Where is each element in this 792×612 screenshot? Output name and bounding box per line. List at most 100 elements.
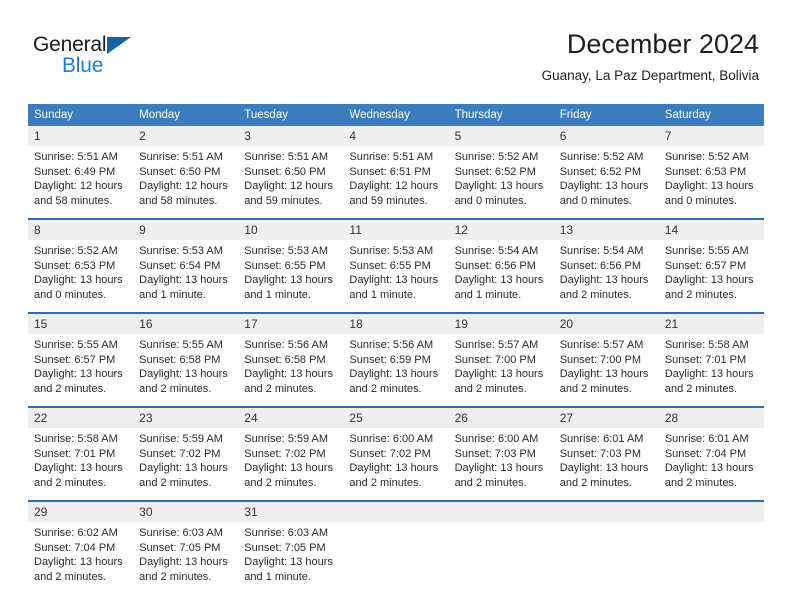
- weekday-header-friday: Friday: [553, 104, 659, 126]
- sunrise-text: Sunrise: 6:01 AM: [559, 433, 644, 445]
- calendar-cell-empty: [658, 500, 764, 594]
- page-title: December 2024: [566, 29, 759, 59]
- sunrise-text: Sunrise: 5:53 AM: [244, 245, 329, 257]
- daylight-text: Daylight: 13 hours and 1 minute.: [244, 556, 333, 583]
- calendar-day-cell[interactable]: 15 Sunrise: 5:55 AM Sunset: 6:57 PM Dayligh…: [28, 312, 134, 407]
- sunrise-text: Sunrise: 5:58 AM: [34, 433, 118, 445]
- day-number: 9: [133, 220, 239, 240]
- calendar-day-cell[interactable]: 2 Sunrise: 5:51 AM Sunset: 6:50 PM Daylight…: [133, 126, 239, 219]
- day-number: 16: [133, 314, 239, 334]
- daylight-text: Daylight: 13 hours and 2 minutes.: [34, 462, 123, 489]
- calendar-day-cell[interactable]: 31 Sunrise: 6:03 AM Sunset: 7:05 PM Dayligh…: [238, 500, 344, 594]
- sunset-text: Sunset: 7:00 PM: [454, 353, 536, 366]
- calendar-day-cell[interactable]: 6 Sunrise: 5:52 AM Sunset: 6:52 PM Daylight…: [553, 126, 659, 219]
- calendar-day-cell[interactable]: 26 Sunrise: 6:00 AM Sunset: 7:03 PM Dayligh…: [448, 406, 554, 501]
- daylight-text: Daylight: 13 hours and 2 minutes.: [559, 462, 649, 489]
- sunrise-text: Sunrise: 5:58 AM: [664, 339, 749, 351]
- sunrise-text: Sunrise: 5:51 AM: [139, 151, 223, 163]
- calendar-day-cell[interactable]: 1 Sunrise: 5:51 AM Sunset: 6:49 PM Daylight…: [28, 126, 134, 219]
- calendar-day-cell[interactable]: 16 Sunrise: 5:55 AM Sunset: 6:58 PM Dayligh…: [133, 312, 239, 407]
- sunrise-text: Sunrise: 5:52 AM: [664, 151, 749, 163]
- day-number: 24: [238, 408, 344, 428]
- sunrise-text: Sunrise: 5:54 AM: [559, 245, 644, 257]
- sunset-text: Sunset: 7:01 PM: [34, 447, 116, 460]
- sunset-text: Sunset: 7:03 PM: [454, 447, 536, 460]
- day-number: 14: [658, 220, 764, 240]
- sunrise-text: Sunrise: 5:55 AM: [34, 339, 118, 351]
- calendar-week-row: 29 Sunrise: 6:02 AM Sunset: 7:04 PM Dayligh…: [28, 500, 764, 594]
- daylight-text: Daylight: 13 hours and 2 minutes.: [139, 556, 228, 583]
- daylight-text: Daylight: 13 hours and 2 minutes.: [34, 368, 123, 395]
- calendar-day-cell[interactable]: 12 Sunrise: 5:54 AM Sunset: 6:56 PM Dayligh…: [448, 218, 554, 313]
- calendar-day-cell[interactable]: 10 Sunrise: 5:53 AM Sunset: 6:55 PM Dayligh…: [238, 218, 344, 313]
- daylight-text: Daylight: 13 hours and 2 minutes.: [559, 274, 649, 301]
- sunset-text: Sunset: 6:56 PM: [454, 259, 536, 272]
- weekday-header-monday: Monday: [133, 104, 239, 126]
- calendar-day-cell[interactable]: 8 Sunrise: 5:52 AM Sunset: 6:53 PM Daylight…: [28, 218, 134, 313]
- calendar-day-cell[interactable]: 13 Sunrise: 5:54 AM Sunset: 6:56 PM Dayligh…: [553, 218, 659, 313]
- day-details: Sunrise: 5:51 AM Sunset: 6:50 PM Daylight:…: [133, 146, 238, 218]
- day-details: Sunrise: 6:01 AM Sunset: 7:03 PM Daylight:…: [554, 428, 659, 500]
- day-details: Sunrise: 6:00 AM Sunset: 7:02 PM Daylight:…: [343, 428, 448, 500]
- calendar-page: General Blue December 2024 Guanay, La Pa…: [0, 0, 792, 612]
- calendar-day-cell[interactable]: 14 Sunrise: 5:55 AM Sunset: 6:57 PM Dayligh…: [658, 218, 764, 313]
- day-number: 11: [343, 220, 449, 240]
- sunset-text: Sunset: 6:52 PM: [559, 165, 642, 178]
- day-number: [658, 502, 764, 522]
- sunrise-text: Sunrise: 5:59 AM: [139, 433, 223, 445]
- day-number: 28: [658, 408, 764, 428]
- day-details: Sunrise: 5:59 AM Sunset: 7:02 PM Daylight:…: [133, 428, 238, 500]
- daylight-text: Daylight: 12 hours and 58 minutes.: [139, 180, 228, 207]
- sunset-text: Sunset: 6:50 PM: [139, 165, 221, 178]
- sunrise-text: Sunrise: 6:00 AM: [454, 433, 539, 445]
- weekday-header-thursday: Thursday: [448, 104, 554, 126]
- calendar-day-cell[interactable]: 29 Sunrise: 6:02 AM Sunset: 7:04 PM Dayligh…: [28, 500, 134, 594]
- calendar-day-cell[interactable]: 28 Sunrise: 6:01 AM Sunset: 7:04 PM Dayligh…: [658, 406, 764, 501]
- sunset-text: Sunset: 6:49 PM: [34, 165, 116, 178]
- sunset-text: Sunset: 6:53 PM: [34, 259, 116, 272]
- calendar-day-cell[interactable]: 5 Sunrise: 5:52 AM Sunset: 6:52 PM Daylight…: [448, 126, 554, 219]
- calendar-day-cell[interactable]: 27 Sunrise: 6:01 AM Sunset: 7:03 PM Dayligh…: [553, 406, 659, 501]
- calendar-day-cell[interactable]: 24 Sunrise: 5:59 AM Sunset: 7:02 PM Dayligh…: [238, 406, 344, 501]
- calendar-day-cell[interactable]: 7 Sunrise: 5:52 AM Sunset: 6:53 PM Daylight…: [658, 126, 764, 219]
- day-details: Sunrise: 5:57 AM Sunset: 7:00 PM Daylight:…: [554, 334, 659, 406]
- calendar-day-cell[interactable]: 22 Sunrise: 5:58 AM Sunset: 7:01 PM Dayligh…: [28, 406, 134, 501]
- calendar-day-cell[interactable]: 23 Sunrise: 5:59 AM Sunset: 7:02 PM Dayligh…: [133, 406, 239, 501]
- calendar-day-cell[interactable]: 9 Sunrise: 5:53 AM Sunset: 6:54 PM Daylight…: [133, 218, 239, 313]
- daylight-text: Daylight: 13 hours and 2 minutes.: [244, 368, 333, 395]
- day-number: [448, 502, 554, 522]
- day-number: 4: [343, 126, 449, 146]
- logo-text-general: General: [33, 33, 107, 56]
- calendar-day-cell[interactable]: 20 Sunrise: 5:57 AM Sunset: 7:00 PM Dayligh…: [553, 312, 659, 407]
- sunrise-text: Sunrise: 5:51 AM: [244, 151, 329, 163]
- location-subtitle: Guanay, La Paz Department, Bolivia: [541, 68, 759, 83]
- calendar-day-cell[interactable]: 4 Sunrise: 5:51 AM Sunset: 6:51 PM Daylight…: [343, 126, 449, 219]
- calendar-day-cell[interactable]: 19 Sunrise: 5:57 AM Sunset: 7:00 PM Dayligh…: [448, 312, 554, 407]
- calendar-day-cell[interactable]: 30 Sunrise: 6:03 AM Sunset: 7:05 PM Dayligh…: [133, 500, 239, 594]
- calendar-day-cell[interactable]: 21 Sunrise: 5:58 AM Sunset: 7:01 PM Dayligh…: [658, 312, 764, 407]
- daylight-text: Daylight: 13 hours and 1 minute.: [349, 274, 439, 301]
- day-details: Sunrise: 5:54 AM Sunset: 6:56 PM Daylight:…: [449, 240, 554, 312]
- calendar-day-cell[interactable]: 17 Sunrise: 5:56 AM Sunset: 6:58 PM Dayligh…: [238, 312, 344, 407]
- sunrise-text: Sunrise: 6:03 AM: [139, 527, 223, 539]
- calendar-day-cell[interactable]: 3 Sunrise: 5:51 AM Sunset: 6:50 PM Daylight…: [238, 126, 344, 219]
- sunset-text: Sunset: 6:58 PM: [244, 353, 326, 366]
- calendar-day-cell[interactable]: 18 Sunrise: 5:56 AM Sunset: 6:59 PM Dayligh…: [343, 312, 449, 407]
- calendar-day-cell[interactable]: 25 Sunrise: 6:00 AM Sunset: 7:02 PM Dayligh…: [343, 406, 449, 501]
- sunset-text: Sunset: 6:51 PM: [349, 165, 431, 178]
- sunset-text: Sunset: 6:50 PM: [244, 165, 326, 178]
- weekday-header-wednesday: Wednesday: [343, 104, 449, 126]
- sunset-text: Sunset: 6:57 PM: [664, 259, 747, 272]
- day-number: 13: [553, 220, 659, 240]
- sunrise-text: Sunrise: 5:55 AM: [664, 245, 749, 257]
- calendar-header-row: Sunday Monday Tuesday Wednesday Thursday…: [28, 104, 764, 126]
- daylight-text: Daylight: 13 hours and 1 minute.: [139, 274, 228, 301]
- calendar-week-row: 15 Sunrise: 5:55 AM Sunset: 6:57 PM Dayligh…: [28, 312, 764, 407]
- sunset-text: Sunset: 7:05 PM: [244, 541, 326, 554]
- title-block: December 2024 Guanay, La Paz Department,…: [542, 28, 759, 86]
- calendar-day-cell[interactable]: 11 Sunrise: 5:53 AM Sunset: 6:55 PM Dayligh…: [343, 218, 449, 313]
- day-details: Sunrise: 5:58 AM Sunset: 7:01 PM Daylight:…: [659, 334, 764, 406]
- day-details: Sunrise: 5:52 AM Sunset: 6:53 PM Daylight:…: [28, 240, 133, 312]
- sunset-text: Sunset: 7:04 PM: [664, 447, 747, 460]
- sunrise-text: Sunrise: 5:56 AM: [349, 339, 434, 351]
